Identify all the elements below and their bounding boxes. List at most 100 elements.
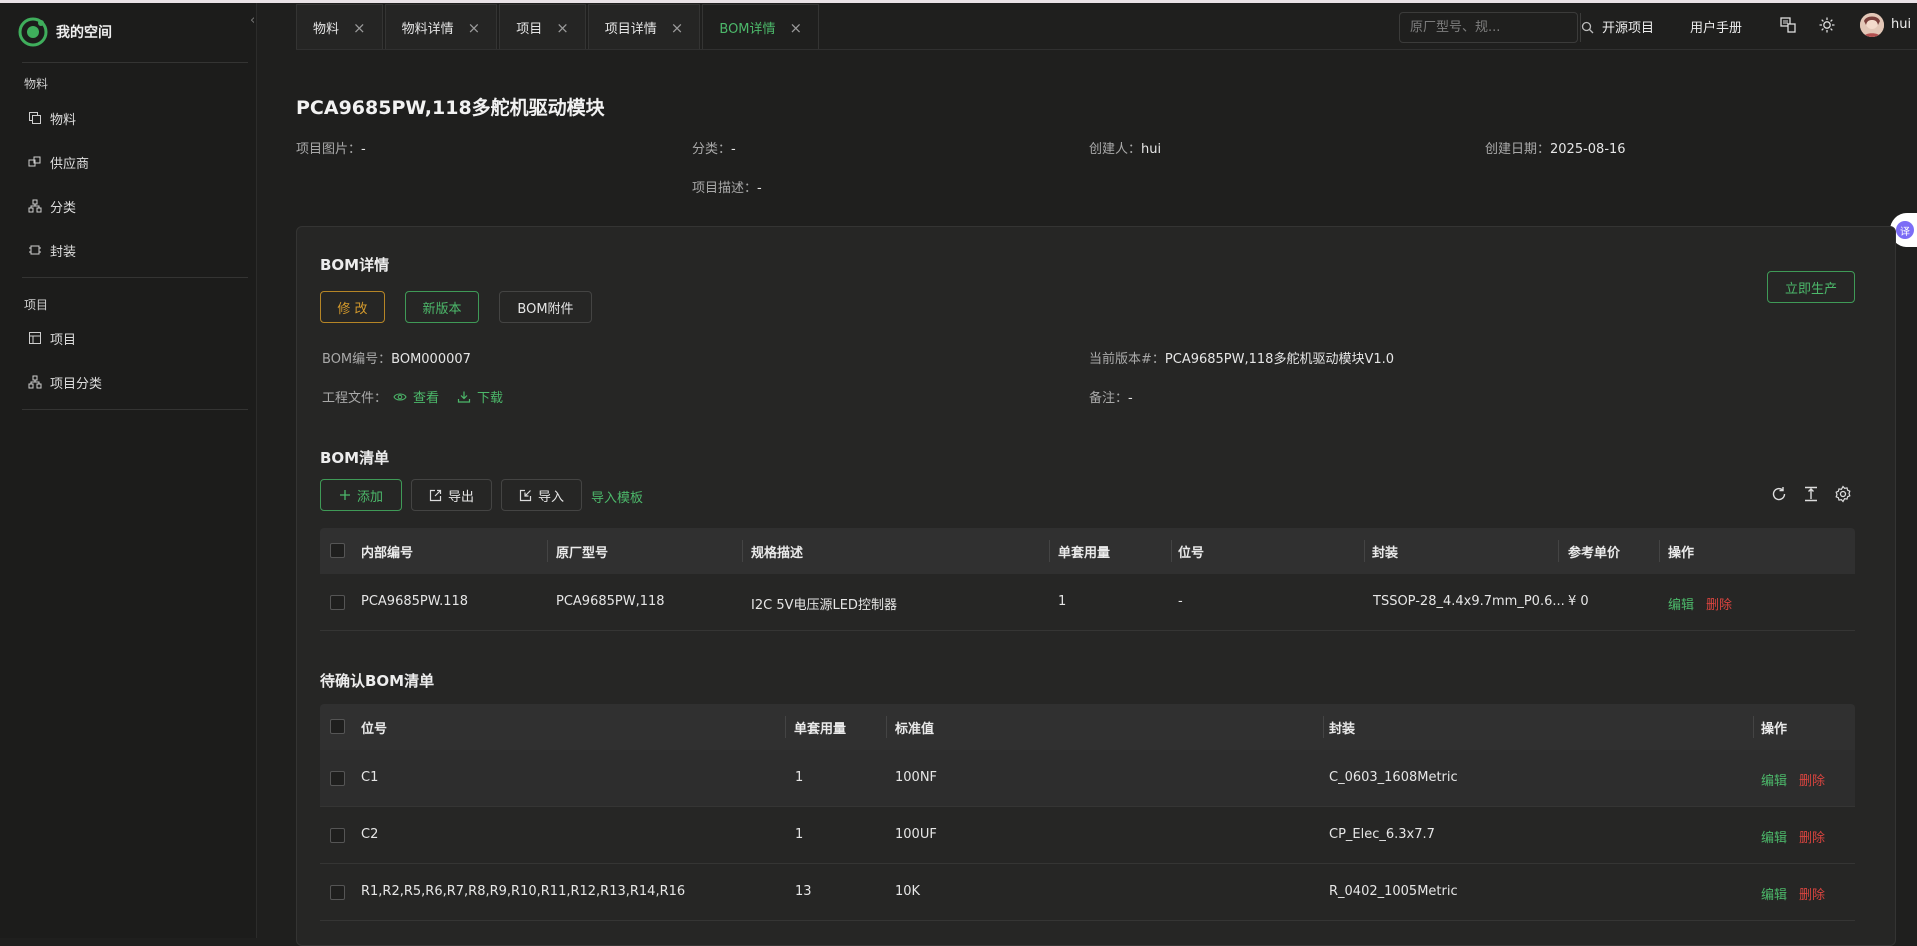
export-icon — [429, 489, 442, 501]
divider — [296, 49, 1917, 50]
note-field: 备注：- — [1089, 387, 1133, 406]
download-file-link[interactable]: 下载 — [477, 387, 503, 406]
window-top-border — [0, 0, 1917, 3]
close-icon[interactable]: × — [556, 19, 569, 37]
delete-link[interactable]: 删除 — [1799, 770, 1825, 789]
settings-icon[interactable] — [1834, 485, 1852, 503]
avatar[interactable] — [1860, 13, 1884, 37]
row-checkbox[interactable] — [330, 595, 345, 610]
import-button[interactable]: 导入 — [501, 479, 582, 511]
select-all-checkbox[interactable] — [330, 543, 345, 558]
sidebar-item-label: 供应商 — [50, 156, 90, 172]
row-checkbox[interactable] — [330, 771, 345, 786]
edit-button[interactable]: 修 改 — [320, 291, 385, 323]
button-label: 导出 — [447, 489, 474, 505]
divider — [1171, 540, 1172, 562]
app-logo[interactable]: 我的空间 — [18, 17, 112, 47]
column-header: 操作 — [1668, 546, 1695, 561]
bom-attachments-button[interactable]: BOM附件 — [499, 291, 592, 323]
chip-icon — [29, 245, 41, 255]
column-header: 位号 — [1178, 546, 1205, 561]
tab-projects[interactable]: 项目 × — [499, 4, 586, 50]
column-header: 位号 — [361, 722, 388, 737]
divider — [22, 409, 248, 410]
sidebar-group-title: 项目 — [24, 298, 49, 312]
sidebar-item-label: 封装 — [50, 244, 77, 260]
internal-number-link[interactable]: PCA9685PW.118 — [361, 594, 468, 609]
divider — [1323, 716, 1324, 738]
project-description-field: 项目描述：- — [692, 177, 762, 196]
search-button[interactable] — [1580, 13, 1594, 42]
close-icon[interactable]: × — [353, 19, 366, 37]
select-all-checkbox[interactable] — [330, 719, 345, 734]
project-icon — [29, 332, 41, 344]
divider — [1049, 540, 1050, 562]
divider — [1659, 540, 1660, 562]
ref-cell: R1,R2,R5,R6,R7,R8,R9,R10,R11,R12,R13,R14… — [361, 884, 686, 899]
close-icon[interactable]: × — [790, 19, 803, 37]
tab-project-detail[interactable]: 项目详情 × — [587, 4, 701, 50]
open-source-link[interactable]: 开源项目 — [1602, 17, 1654, 36]
close-icon[interactable]: × — [671, 19, 684, 37]
row-checkbox[interactable] — [330, 885, 345, 900]
new-version-button[interactable]: 新版本 — [405, 291, 479, 323]
sidebar-item-projects[interactable]: 项目 — [28, 328, 76, 348]
field-value: BOM000007 — [391, 352, 471, 367]
delete-link[interactable]: 删除 — [1706, 594, 1732, 613]
fullscreen-icon[interactable] — [1779, 16, 1797, 34]
delete-link[interactable]: 删除 — [1799, 884, 1825, 903]
sidebar-item-categories[interactable]: 分类 — [28, 196, 76, 216]
column-header: 单套用量 — [1058, 546, 1111, 561]
package-cell: CP_Elec_6.3x7.7 — [1329, 827, 1435, 842]
view-file-link[interactable]: 查看 — [413, 387, 439, 406]
collapse-sidebar-icon[interactable]: ‹ — [250, 13, 255, 28]
field-label: 项目描述： — [692, 181, 758, 196]
qty-cell: 13 — [795, 884, 812, 899]
theme-toggle-icon[interactable] — [1818, 16, 1836, 34]
refresh-icon[interactable] — [1770, 485, 1788, 503]
project-category-field: 分类：- — [692, 138, 736, 157]
user-name[interactable]: hui — [1891, 17, 1911, 32]
column-header: 参考单价 — [1568, 546, 1621, 561]
mfr-part-cell: PCA9685PW,118 — [556, 594, 665, 609]
table-row: C1 1 100NF C_0603_1608Metric 编辑 删除 — [320, 750, 1855, 807]
sidebar-item-project-categories[interactable]: 项目分类 — [28, 372, 102, 392]
table-row: C2 1 100UF CP_Elec_6.3x7.7 编辑 删除 — [320, 807, 1855, 864]
column-height-icon[interactable] — [1802, 485, 1820, 503]
close-icon[interactable]: × — [468, 19, 481, 37]
package-cell: TSSOP-28_4.4x9.7mm_P0.6... — [1373, 594, 1565, 609]
import-template-link[interactable]: 导入模板 — [591, 487, 643, 506]
add-button[interactable]: 添加 — [320, 479, 402, 511]
search-icon — [1581, 21, 1594, 34]
sidebar-item-suppliers[interactable]: 供应商 — [28, 152, 89, 172]
divider — [22, 62, 248, 63]
field-value: - — [361, 142, 366, 157]
translate-icon: 译 — [1896, 221, 1914, 239]
page-title: PCA9685PW,118多舵机驱动模块 — [296, 97, 605, 119]
delete-link[interactable]: 删除 — [1799, 827, 1825, 846]
tab-materials[interactable]: 物料 × — [296, 4, 383, 50]
export-button[interactable]: 导出 — [411, 479, 492, 511]
user-manual-link[interactable]: 用户手册 — [1690, 17, 1742, 36]
edit-link[interactable]: 编辑 — [1761, 770, 1787, 789]
field-label: 当前版本#： — [1089, 352, 1165, 367]
edit-link[interactable]: 编辑 — [1668, 594, 1694, 613]
row-checkbox[interactable] — [330, 828, 345, 843]
spec-cell: I2C 5V电压源LED控制器 — [751, 598, 897, 613]
tab-material-detail[interactable]: 物料详情 × — [384, 4, 498, 50]
search-input[interactable] — [1400, 13, 1580, 42]
edit-link[interactable]: 编辑 — [1761, 827, 1787, 846]
button-label: 导入 — [537, 489, 564, 505]
sidebar-item-packages[interactable]: 封装 — [28, 240, 76, 260]
app-title: 我的空间 — [56, 25, 112, 41]
divider — [22, 277, 248, 278]
eye-icon — [393, 393, 407, 400]
sidebar-item-label: 分类 — [50, 200, 77, 216]
divider — [785, 716, 786, 738]
produce-now-button[interactable]: 立即生产 — [1767, 271, 1855, 303]
field-label: 项目图片： — [296, 142, 362, 157]
edit-link[interactable]: 编辑 — [1761, 884, 1787, 903]
tab-bom-detail[interactable]: BOM详情 × — [702, 4, 820, 50]
sidebar-item-materials[interactable]: 物料 — [28, 108, 76, 128]
package-cell: C_0603_1608Metric — [1329, 770, 1458, 785]
